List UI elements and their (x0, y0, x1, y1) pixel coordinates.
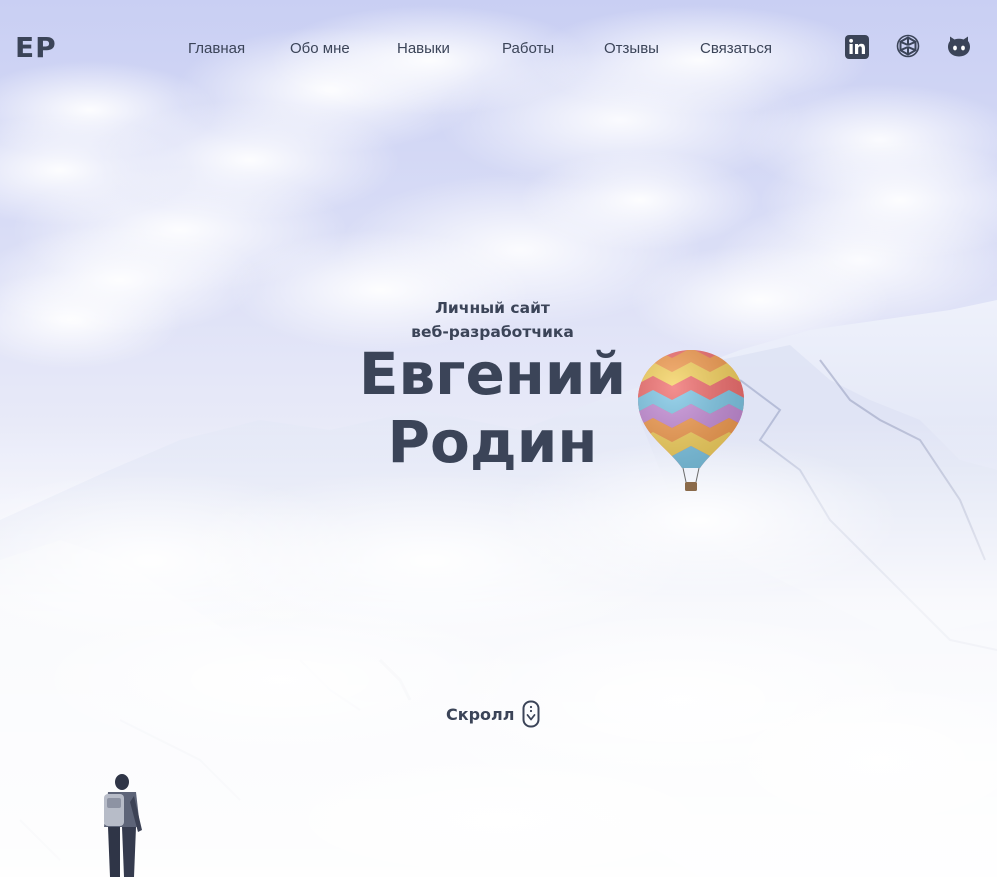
scroll-label: Скролл (446, 704, 515, 724)
hero-name-last: Родин (387, 408, 598, 476)
nav-link-works[interactable]: Работы (502, 40, 554, 57)
scroll-indicator[interactable]: Скролл (446, 700, 540, 728)
github-icon[interactable] (946, 34, 972, 60)
nav-link-skills[interactable]: Навыки (397, 40, 450, 57)
nav-link-home[interactable]: Главная (188, 40, 245, 57)
hot-air-balloon-illustration (638, 350, 744, 491)
hero-name: Евгений Родин (0, 340, 985, 476)
nav-link-reviews[interactable]: Отзывы (604, 40, 659, 57)
openai-icon[interactable] (895, 34, 921, 60)
hero-name-first: Евгений (358, 340, 627, 408)
linkedin-icon[interactable] (844, 34, 870, 60)
hiker-illustration (104, 774, 142, 877)
hero-subtitle: Личный сайт веб-разработчика (0, 296, 985, 344)
hero-subtitle-line1: Личный сайт (435, 299, 550, 317)
nav-link-about[interactable]: Обо мне (290, 40, 350, 57)
nav-link-contact[interactable]: Связаться (700, 40, 772, 57)
hero-page: ЕР Главная Обо мне Навыки Работы Отзывы … (0, 0, 997, 877)
mouse-scroll-icon (522, 700, 540, 728)
